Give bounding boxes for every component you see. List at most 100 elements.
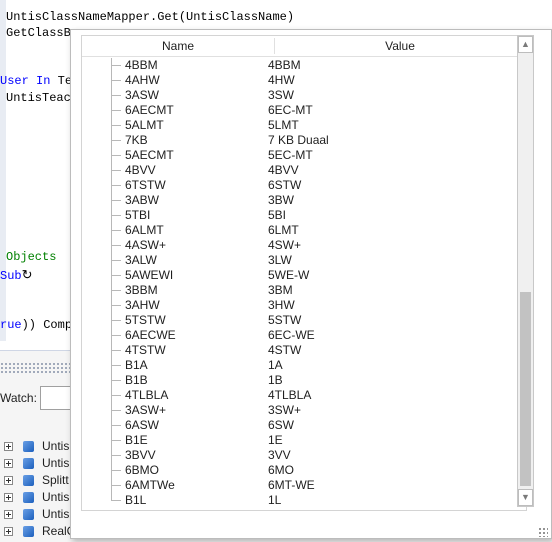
grid-row[interactable]: 5TSTW 5STW xyxy=(82,313,526,328)
object-icon xyxy=(23,508,34,520)
row-name: 4BBM xyxy=(125,58,158,72)
code-line-1: UntisClassNameMapper.Get(UntisClassName) xyxy=(6,10,295,24)
tree-line xyxy=(111,275,121,276)
grid-row[interactable]: 4AHW 4HW xyxy=(82,73,526,88)
tree-line xyxy=(111,395,121,396)
grid-row[interactable]: 6ASW 6SW xyxy=(82,418,526,433)
grid-row[interactable]: 3ALW 3LW xyxy=(82,253,526,268)
grid-row[interactable]: B1A 1A xyxy=(82,358,526,373)
row-name: 6ALMT xyxy=(125,223,164,237)
row-name: 4BVV xyxy=(125,163,156,177)
row-name: 5TBI xyxy=(125,208,151,222)
watch-tree-item[interactable]: Untis xyxy=(0,438,69,454)
row-value: 3BM xyxy=(268,283,293,297)
tree-line xyxy=(111,350,121,351)
watch-item-label: Untis xyxy=(42,507,70,521)
object-icon xyxy=(23,457,34,469)
expand-icon[interactable] xyxy=(4,526,13,536)
row-value: 4BBM xyxy=(268,58,301,72)
grid-row[interactable]: 6BMO 6MO xyxy=(82,463,526,478)
grid-row[interactable]: B1B 1B xyxy=(82,373,526,388)
grid-row[interactable]: 4BBM 4BBM xyxy=(82,58,526,73)
row-value: 3HW xyxy=(268,298,295,312)
expand-icon[interactable] xyxy=(4,509,13,519)
row-value: 1B xyxy=(268,373,283,387)
tree-line xyxy=(111,155,121,156)
tree-line xyxy=(111,455,121,456)
watch-tree-item[interactable]: Untis xyxy=(0,506,69,522)
grid-row[interactable]: 3ASW+ 3SW+ xyxy=(82,403,526,418)
grid-row[interactable]: 5TBI 5BI xyxy=(82,208,526,223)
watch-item-label: Untis xyxy=(42,490,70,504)
grid-row[interactable]: 6AECMT 6EC-MT xyxy=(82,103,526,118)
panel-grip[interactable] xyxy=(0,362,80,374)
row-value: 3LW xyxy=(268,253,292,267)
row-name: 4TSTW xyxy=(125,343,166,357)
grid-row[interactable]: 3BVV 3VV xyxy=(82,448,526,463)
expand-icon[interactable] xyxy=(4,458,13,468)
grid-row[interactable]: 3ABW 3BW xyxy=(82,193,526,208)
column-header-name[interactable]: Name xyxy=(82,36,274,56)
resize-grip-icon[interactable] xyxy=(538,527,548,537)
vertical-scrollbar[interactable]: ▲ ▼ xyxy=(517,35,534,507)
row-value: 4HW xyxy=(268,73,295,87)
code-line-2: GetClassB xyxy=(6,26,71,40)
tree-line xyxy=(111,215,121,216)
grid-row[interactable]: 7KB 7 KB Duaal xyxy=(82,133,526,148)
tree-line xyxy=(111,380,121,381)
grid-row[interactable]: 3BBM 3BM xyxy=(82,283,526,298)
expand-icon[interactable] xyxy=(4,492,13,502)
watch-tree-item[interactable]: Untis xyxy=(0,455,69,471)
grid-row[interactable]: 6ALMT 6LMT xyxy=(82,223,526,238)
tree-line xyxy=(111,425,121,426)
row-name: B1B xyxy=(125,373,148,387)
row-name: 7KB xyxy=(125,133,148,147)
grid-row[interactable]: 4TSTW 4STW xyxy=(82,343,526,358)
keyword-true: rue xyxy=(0,318,22,332)
column-header-value[interactable]: Value xyxy=(275,36,525,56)
expand-icon[interactable] xyxy=(4,441,13,451)
grid-row[interactable]: 5AECMT 5EC-MT xyxy=(82,148,526,163)
grid-row[interactable]: 4TLBLA 4TLBLA xyxy=(82,388,526,403)
grid-row[interactable]: 4ASW+ 4SW+ xyxy=(82,238,526,253)
row-value: 4SW+ xyxy=(268,238,302,252)
tree-line xyxy=(111,245,121,246)
tree-line xyxy=(111,200,121,201)
tree-line xyxy=(111,320,121,321)
scroll-up-icon[interactable]: ▲ xyxy=(518,36,533,53)
keyword-in: In xyxy=(36,74,51,88)
grid-row[interactable]: 6AMTWe 6MT-WE xyxy=(82,478,526,493)
keyword-sub: Sub xyxy=(0,269,22,283)
object-icon xyxy=(23,474,34,486)
object-icon xyxy=(23,491,34,503)
grid-row[interactable]: 5AWEWI 5WE-W xyxy=(82,268,526,283)
grid-row[interactable]: 4BVV 4BVV xyxy=(82,163,526,178)
tree-line xyxy=(111,65,121,66)
watch-label: Watch: xyxy=(0,391,37,405)
expand-icon[interactable] xyxy=(4,475,13,485)
row-name: 5AECMT xyxy=(125,148,174,162)
row-name: B1L xyxy=(125,493,147,507)
tree-line xyxy=(111,185,121,186)
grid-row[interactable]: 6TSTW 6STW xyxy=(82,178,526,193)
watch-tree-item[interactable]: Splitt xyxy=(0,472,69,488)
row-value: 3BW xyxy=(268,193,295,207)
scrollbar-thumb[interactable] xyxy=(520,292,531,486)
tree-line xyxy=(111,230,121,231)
refresh-icon[interactable]: ↻ xyxy=(22,268,33,283)
watch-tree-item[interactable]: Untis xyxy=(0,489,69,505)
grid-row[interactable]: 3ASW 3SW xyxy=(82,88,526,103)
tree-line xyxy=(111,335,121,336)
grid-row[interactable]: 3AHW 3HW xyxy=(82,298,526,313)
scroll-down-icon[interactable]: ▼ xyxy=(518,489,533,506)
watch-tree-item[interactable]: RealC xyxy=(0,523,75,539)
grid-row[interactable]: 6AECWE 6EC-WE xyxy=(82,328,526,343)
watch-item-label: Untis xyxy=(42,439,70,453)
datatip-popup: Name Value 4BBM 4BBM 4AHW 4HW 3ASW 3SW 6AECMT 6… xyxy=(70,29,552,539)
row-value: 1A xyxy=(268,358,283,372)
tree-line xyxy=(111,110,121,111)
tree-line xyxy=(111,485,121,486)
grid-row[interactable]: 5ALMT 5LMT xyxy=(82,118,526,133)
grid-row[interactable]: B1E 1E xyxy=(82,433,526,448)
grid-row[interactable]: B1L 1L xyxy=(82,493,526,508)
